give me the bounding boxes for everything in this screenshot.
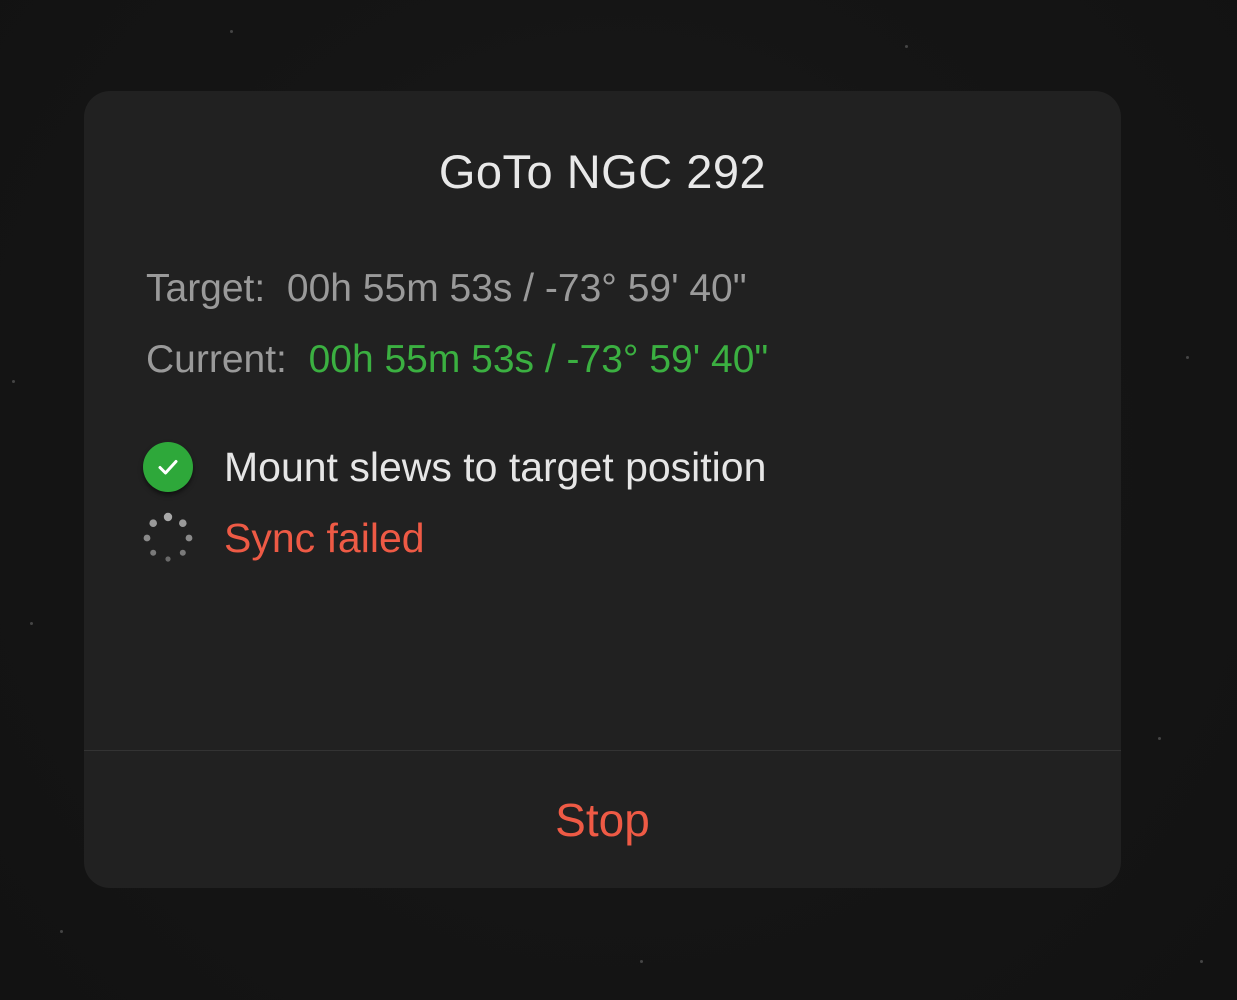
star: [1200, 960, 1203, 963]
stop-button-label: Stop: [555, 793, 650, 846]
stop-button[interactable]: Stop: [84, 751, 1121, 888]
star: [60, 930, 63, 933]
step-sync-text: Sync failed: [224, 514, 425, 561]
star: [640, 960, 643, 963]
star: [30, 622, 33, 625]
star: [1158, 737, 1161, 740]
star: [1186, 356, 1189, 359]
star: [12, 380, 15, 383]
step-sync: Sync failed: [142, 512, 425, 564]
check-circle-icon: [142, 441, 194, 493]
current-label: Current:: [146, 338, 287, 381]
step-slew-text: Mount slews to target position: [224, 443, 767, 490]
goto-dialog: GoTo NGC 292 Target: 00h 55m 53s / -73° …: [84, 91, 1121, 888]
current-coordinates-row: Current: 00h 55m 53s / -73° 59' 40": [146, 340, 768, 379]
star: [230, 30, 233, 33]
step-slew: Mount slews to target position: [142, 441, 766, 493]
target-coordinates-value: 00h 55m 53s / -73° 59' 40": [286, 267, 747, 310]
loading-spinner-icon: [142, 512, 194, 564]
star: [905, 45, 908, 48]
target-label: Target:: [146, 267, 266, 310]
current-coordinates-value: 00h 55m 53s / -73° 59' 40": [308, 338, 769, 381]
dialog-title: GoTo NGC 292: [438, 145, 767, 198]
target-coordinates-row: Target: 00h 55m 53s / -73° 59' 40": [146, 269, 747, 308]
